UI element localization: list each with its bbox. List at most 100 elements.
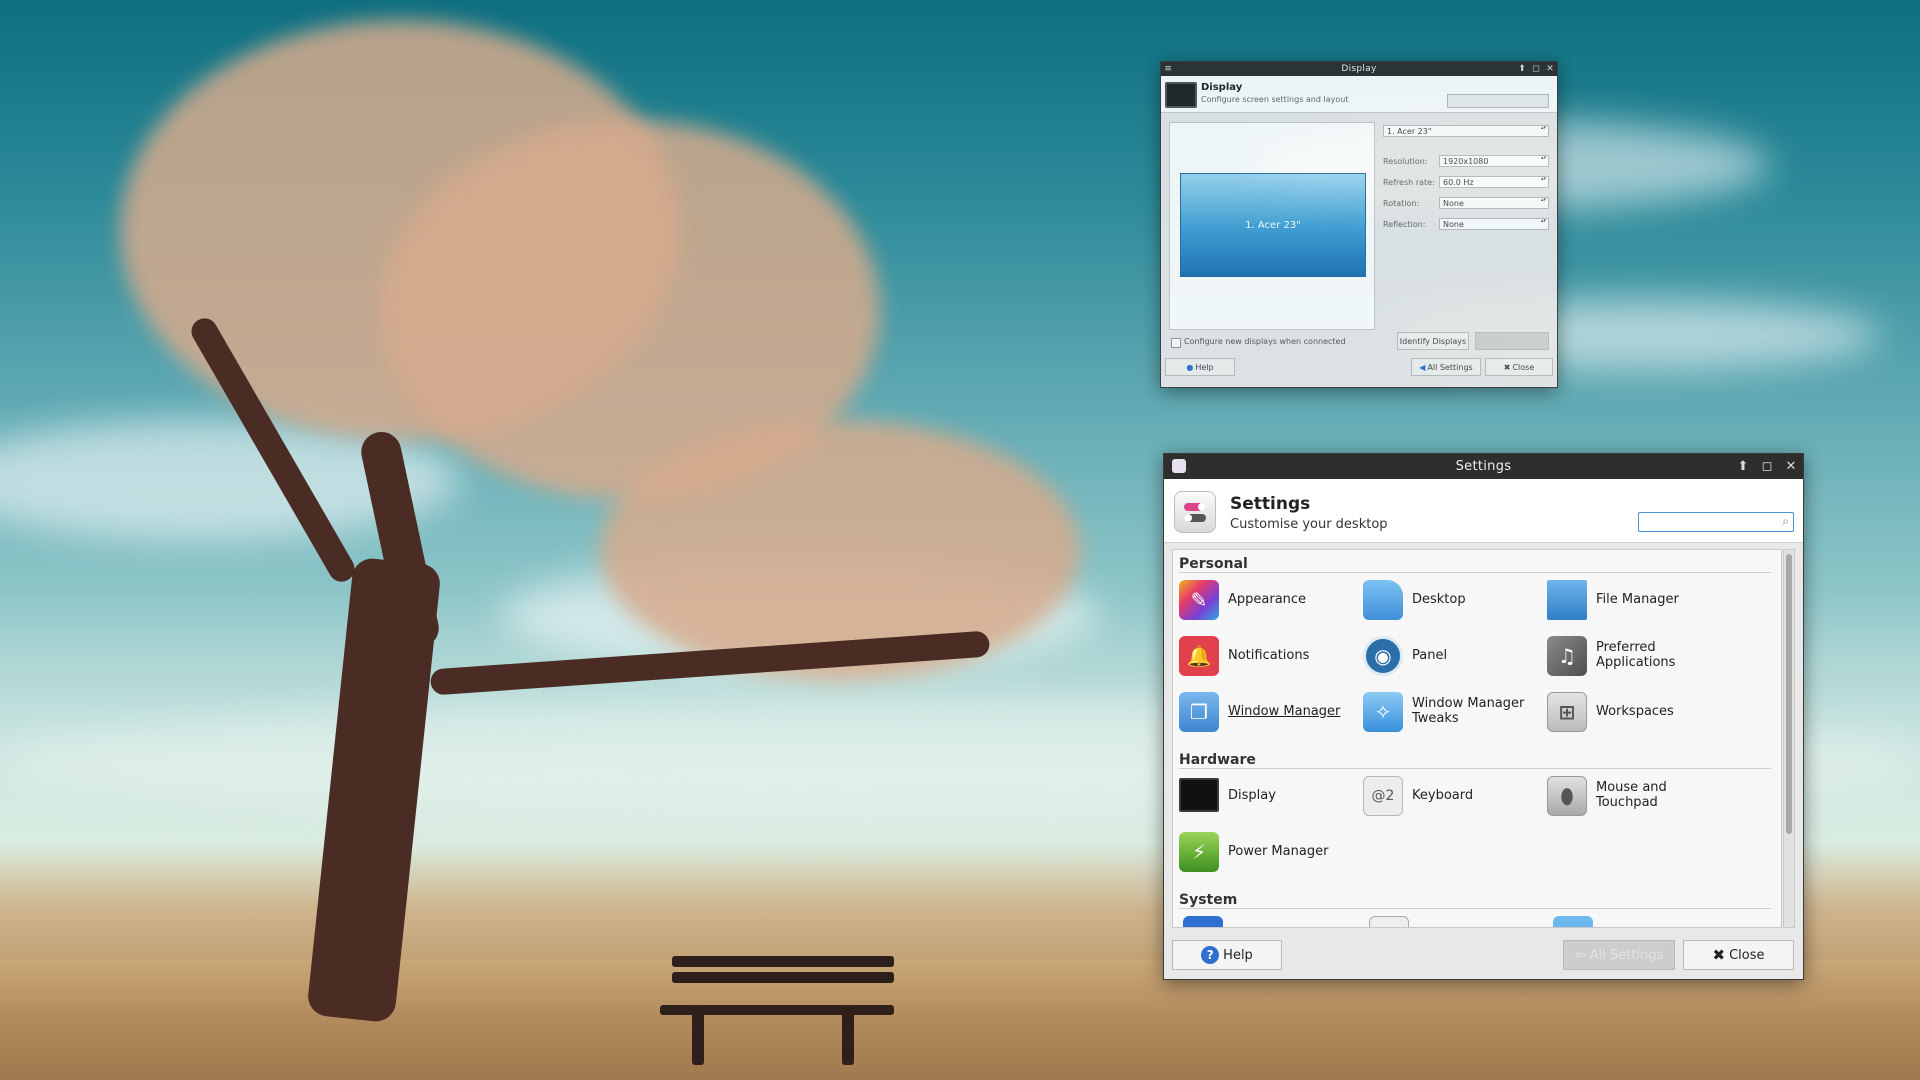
display-header: Display Configure screen settings and la…: [1161, 76, 1557, 113]
settings-item-desktop[interactable]: Desktop: [1361, 576, 1539, 622]
close-x-icon: ✖: [1712, 946, 1726, 964]
notifications-icon: 🔔: [1179, 636, 1219, 676]
back-arrow-icon: ◀: [1419, 362, 1426, 372]
settings-item-window-manager[interactable]: ❐ Window Manager: [1177, 688, 1355, 734]
workspaces-icon: ⊞: [1547, 692, 1587, 732]
apply-button[interactable]: Apply: [1475, 332, 1549, 350]
settings-help-label: Help: [1223, 947, 1253, 963]
display-all-settings-label: All Settings: [1427, 362, 1473, 372]
scrollbar-thumb[interactable]: [1786, 554, 1792, 834]
refresh-rate-select[interactable]: 60.0 Hz: [1439, 176, 1549, 188]
display-icon: [1179, 778, 1219, 812]
display-search-input[interactable]: [1447, 94, 1549, 108]
display-close-label: Close: [1512, 362, 1535, 372]
system-item-icon[interactable]: [1369, 916, 1409, 927]
back-arrow-icon: ⇦: [1574, 947, 1586, 963]
maximize-icon[interactable]: ◻: [1755, 454, 1779, 479]
settings-item-workspaces[interactable]: ⊞ Workspaces: [1545, 688, 1723, 734]
settings-item-display[interactable]: Display: [1177, 772, 1355, 818]
resolution-label: Resolution:: [1383, 157, 1428, 166]
settings-all-settings-button[interactable]: ⇦ All Settings: [1563, 940, 1675, 970]
identify-displays-button[interactable]: Identify Displays: [1397, 332, 1469, 350]
item-label: Mouse and Touchpad: [1596, 780, 1667, 810]
help-icon: ●: [1186, 362, 1194, 372]
settings-item-appearance[interactable]: ✎ Appearance: [1177, 576, 1355, 622]
monitor-preview-acer[interactable]: 1. Acer 23": [1180, 173, 1366, 277]
item-label: Keyboard: [1412, 787, 1474, 803]
settings-header-subtitle: Customise your desktop: [1230, 517, 1388, 532]
display-window-title: Display: [1341, 64, 1377, 74]
item-label: Display: [1228, 787, 1276, 803]
mouse-icon: ⬮: [1547, 776, 1587, 816]
settings-item-window-manager-tweaks[interactable]: ✧ Window Manager Tweaks: [1361, 688, 1539, 734]
section-title-personal: Personal: [1179, 556, 1248, 572]
display-all-settings-button[interactable]: ◀ All Settings: [1411, 358, 1481, 376]
maximize-icon[interactable]: ◻: [1529, 62, 1543, 76]
close-x-icon: ✖: [1503, 362, 1511, 372]
item-label: Appearance: [1228, 591, 1307, 607]
maximize-up-icon[interactable]: ⬆: [1515, 62, 1529, 76]
settings-close-label: Close: [1729, 947, 1765, 963]
display-layout-preview: 1. Acer 23": [1169, 122, 1375, 330]
preferred-applications-icon: ♫: [1547, 636, 1587, 676]
power-manager-icon: ⚡: [1179, 832, 1219, 872]
display-help-button[interactable]: ● Help: [1165, 358, 1235, 376]
settings-help-button[interactable]: ? Help: [1172, 940, 1282, 970]
reflection-label: Reflection:: [1383, 220, 1426, 229]
item-label: Window Manager: [1228, 703, 1341, 719]
resolution-select[interactable]: 1920x1080: [1439, 155, 1549, 167]
refresh-rate-label: Refresh rate:: [1383, 178, 1435, 187]
item-label: Preferred Applications: [1596, 640, 1676, 670]
output-select[interactable]: 1. Acer 23": [1383, 125, 1549, 137]
window-manager-icon: ❐: [1179, 692, 1219, 732]
settings-app-icon[interactable]: [1172, 459, 1186, 473]
section-title-hardware: Hardware: [1179, 752, 1256, 768]
settings-scrollbar[interactable]: [1783, 549, 1795, 928]
display-window: ≡ Display ⬆ ◻ ✕ Display Configure screen…: [1160, 61, 1558, 388]
settings-window: Settings ⬆ ◻ ✕ Settings Customise your d…: [1163, 453, 1804, 980]
panel-icon: ◉: [1363, 636, 1403, 676]
rotation-select[interactable]: None: [1439, 197, 1549, 209]
settings-header: Settings Customise your desktop ⌕: [1164, 479, 1803, 543]
settings-item-power-manager[interactable]: ⚡ Power Manager: [1177, 828, 1355, 874]
display-header-title: Display: [1201, 82, 1243, 93]
window-menu-icon[interactable]: ≡: [1161, 62, 1175, 76]
item-label: Desktop: [1412, 591, 1466, 607]
settings-toggle-icon: [1174, 491, 1216, 533]
item-label: File Manager: [1596, 591, 1679, 607]
search-icon: ⌕: [1782, 514, 1789, 528]
maximize-up-icon[interactable]: ⬆: [1731, 454, 1755, 479]
help-icon: ?: [1201, 946, 1220, 964]
settings-item-keyboard[interactable]: @2 Keyboard: [1361, 772, 1539, 818]
settings-close-button[interactable]: ✖ Close: [1683, 940, 1794, 970]
settings-window-title: Settings: [1455, 459, 1512, 474]
close-icon[interactable]: ✕: [1779, 454, 1803, 479]
settings-item-file-manager[interactable]: File Manager: [1545, 576, 1723, 622]
item-label: Window Manager Tweaks: [1412, 696, 1525, 726]
system-item-icon[interactable]: [1183, 916, 1223, 927]
settings-categories: Personal ✎ Appearance Desktop File Manag…: [1172, 549, 1782, 928]
window-manager-tweaks-icon: ✧: [1363, 692, 1403, 732]
desktop-icon: [1363, 580, 1403, 620]
system-item-icon[interactable]: [1553, 916, 1593, 927]
settings-item-notifications[interactable]: 🔔 Notifications: [1177, 632, 1355, 678]
reflection-select[interactable]: None: [1439, 218, 1549, 230]
appearance-icon: ✎: [1179, 580, 1219, 620]
display-titlebar[interactable]: ≡ Display ⬆ ◻ ✕: [1161, 62, 1557, 76]
display-help-label: Help: [1195, 362, 1214, 372]
settings-header-title: Settings: [1230, 494, 1311, 514]
configure-new-displays-label: Configure new displays when connected: [1184, 337, 1346, 346]
item-label: Panel: [1412, 647, 1448, 663]
display-close-button[interactable]: ✖ Close: [1485, 358, 1553, 376]
settings-item-panel[interactable]: ◉ Panel: [1361, 632, 1539, 678]
display-header-subtitle: Configure screen settings and layout: [1201, 95, 1349, 104]
configure-new-displays-checkbox[interactable]: [1171, 338, 1181, 348]
settings-item-preferred-applications[interactable]: ♫ Preferred Applications: [1545, 632, 1723, 678]
folder-icon: [1547, 580, 1587, 620]
settings-search-input[interactable]: ⌕: [1638, 512, 1794, 532]
settings-item-mouse-touchpad[interactable]: ⬮ Mouse and Touchpad: [1545, 772, 1723, 818]
settings-titlebar[interactable]: Settings ⬆ ◻ ✕: [1164, 454, 1803, 479]
rotation-label: Rotation:: [1383, 199, 1420, 208]
keyboard-icon: @2: [1363, 776, 1403, 816]
close-icon[interactable]: ✕: [1543, 62, 1557, 76]
